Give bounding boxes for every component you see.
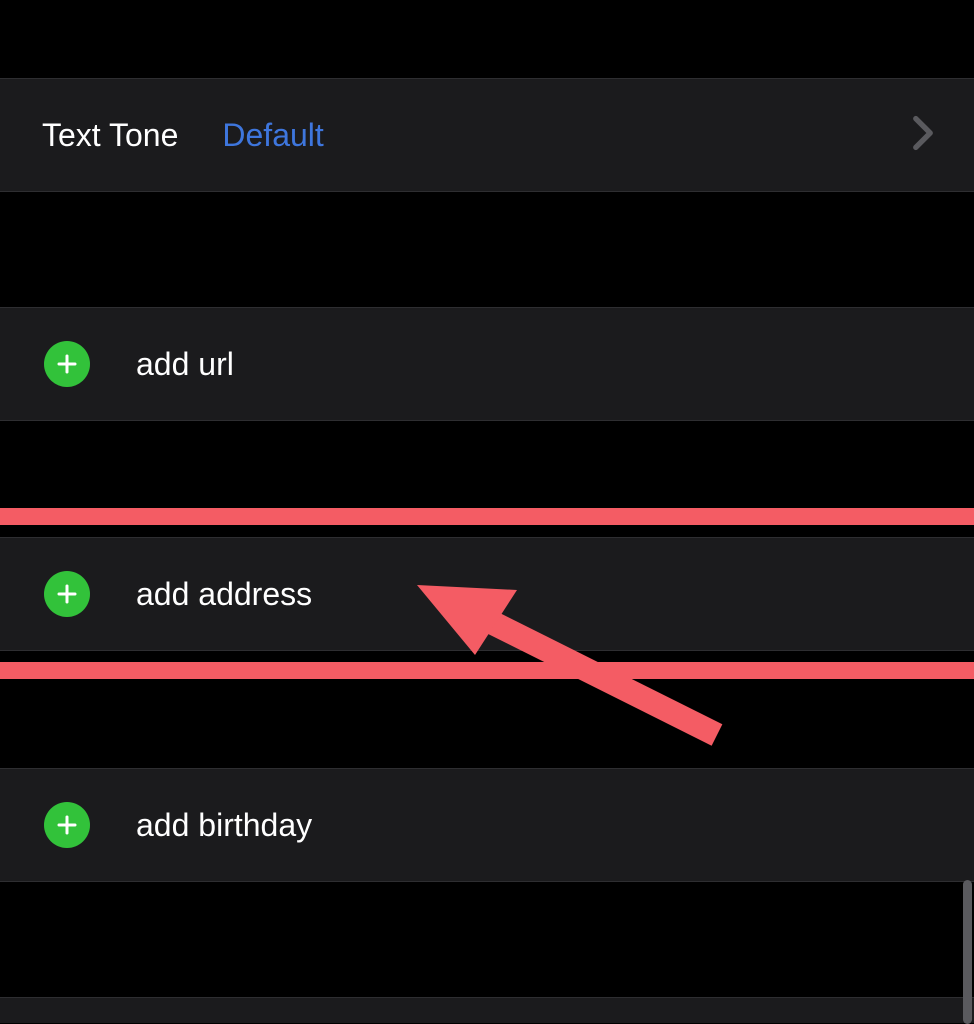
scrollbar[interactable]: [963, 880, 972, 1024]
spacer: [0, 0, 974, 78]
text-tone-row[interactable]: Text Tone Default: [0, 78, 974, 192]
add-address-label: add address: [136, 576, 312, 613]
add-url-row[interactable]: add url: [0, 307, 974, 421]
plus-icon: [44, 341, 90, 387]
add-address-row[interactable]: add address: [0, 537, 974, 651]
add-birthday-row[interactable]: add birthday: [0, 768, 974, 882]
text-tone-label: Text Tone: [42, 117, 178, 154]
plus-icon: [44, 571, 90, 617]
plus-icon: [44, 802, 90, 848]
add-birthday-label: add birthday: [136, 807, 312, 844]
annotation-highlight-top: [0, 508, 974, 525]
add-url-label: add url: [136, 346, 234, 383]
text-tone-value: Default: [222, 117, 912, 154]
chevron-right-icon: [912, 115, 934, 156]
row-partial: [0, 997, 974, 1023]
spacer: [0, 882, 974, 997]
annotation-highlight-bottom: [0, 662, 974, 679]
spacer: [0, 192, 974, 307]
